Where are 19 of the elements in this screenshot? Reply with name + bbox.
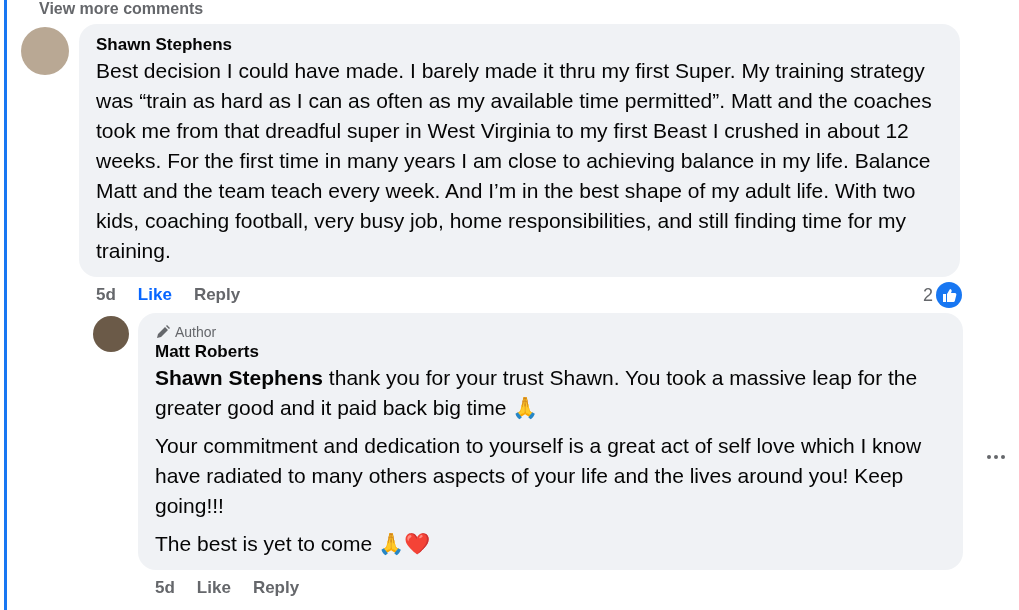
- thumbs-up-icon: [936, 282, 962, 308]
- timestamp[interactable]: 5d: [96, 285, 116, 305]
- reaction-count[interactable]: 2: [923, 284, 933, 306]
- pencil-icon: [155, 324, 171, 340]
- reply-link[interactable]: Reply: [252, 578, 300, 598]
- commenter-name[interactable]: Matt Roberts: [155, 341, 947, 363]
- reply-link[interactable]: Reply: [193, 285, 241, 305]
- author-label: Author: [175, 323, 217, 341]
- comment-text: The best is yet to come 🙏❤: [155, 531, 431, 557]
- comment-text: Your commitment and dedication to yourself is a great act of self love which I know have radiated to many others aspects of your life and the lives around you! Keep going!!!: [155, 433, 923, 519]
- comment-text: Best decision I could have made. I barely made it thru my first Super. My training strategy was “train as hard as I can as often as my available time permitted”. Matt and the coaches took me from that dreadful super in West Virginia to my first Beast I crushed in about 12 weeks. For the first time in many years I am close to achieving balance in my life. Balance Matt and the team teach every week. And I’m in the best shape of my adult life. With two kids, coaching football, very busy job, home responsibilities, and still finding time for my training.: [96, 58, 933, 264]
- view-more-comments-link[interactable]: View more comments: [21, 0, 1019, 18]
- like-link[interactable]: Like: [137, 285, 172, 305]
- commenter-name[interactable]: Shawn Stephens: [96, 34, 944, 56]
- like-link[interactable]: Like: [196, 578, 231, 598]
- timestamp[interactable]: 5d: [155, 578, 175, 598]
- avatar[interactable]: [93, 316, 129, 352]
- more-options-icon[interactable]: [986, 453, 1006, 460]
- comment-text: Shawn Stephens thank you for your trust Shawn. You took a massive leap for the greater good and it paid back big time 🙏: [155, 365, 919, 421]
